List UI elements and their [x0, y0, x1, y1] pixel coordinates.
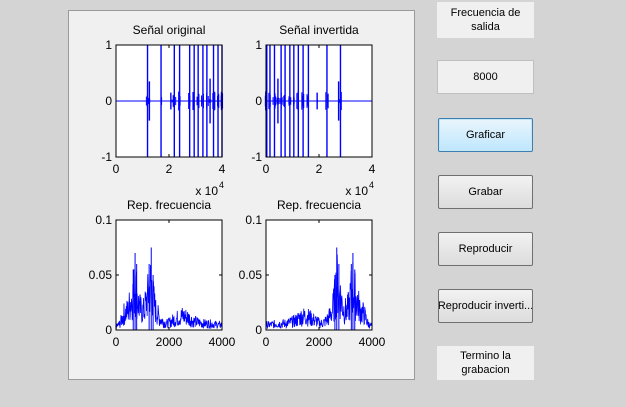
x-tick-label: 2000	[306, 335, 333, 349]
plot-original-signal: Señal original-1010 2 4x 10 4	[101, 23, 225, 198]
output-frequency-field[interactable]: 8000	[437, 60, 534, 94]
x-tick-label: 0	[113, 335, 120, 349]
x-tick-label: 4000	[359, 335, 386, 349]
status-message: Termino la grabacion	[437, 346, 534, 380]
x-tick-label: 0	[113, 162, 120, 176]
grabar-button[interactable]: Grabar	[438, 175, 533, 209]
output-frequency-label: Frecuencia de salida	[437, 2, 534, 38]
x-exponent-label: x 10	[195, 184, 218, 198]
axes-background	[266, 220, 372, 330]
x-tick-label: 2000	[156, 335, 183, 349]
y-tick-label: -1	[251, 150, 262, 164]
chart-title: Rep. frecuencia	[277, 198, 361, 212]
chart-title: Señal original	[133, 23, 206, 37]
y-tick-label: 0	[105, 94, 112, 108]
y-tick-label: 0	[255, 323, 262, 337]
x-tick-label: 4	[369, 162, 376, 176]
x-exponent-power: 4	[369, 180, 374, 190]
output-frequency-label-line2: salida	[471, 21, 500, 33]
x-tick-label: 2	[166, 162, 173, 176]
y-tick-label: 1	[105, 38, 112, 52]
reproducir-button[interactable]: Reproducir	[438, 232, 533, 266]
y-tick-label: 0.05	[89, 268, 113, 282]
plot-inverted-signal: Señal invertida-1010 2 4x 10 4	[251, 23, 375, 198]
chart-title: Rep. frecuencia	[127, 198, 211, 212]
x-tick-label: 0	[263, 335, 270, 349]
reproducir-invertida-button[interactable]: Reproducir inverti...	[438, 289, 533, 323]
y-tick-label: 0	[105, 323, 112, 337]
graficar-button[interactable]: Graficar	[438, 118, 533, 152]
y-tick-label: -1	[101, 150, 112, 164]
y-tick-label: 1	[255, 38, 262, 52]
x-tick-label: 4	[219, 162, 226, 176]
x-exponent-label: x 10	[345, 184, 368, 198]
y-tick-label: 0.1	[95, 213, 112, 227]
output-frequency-label-line1: Frecuencia de	[450, 7, 521, 19]
status-message-line2: grabacion	[461, 364, 510, 376]
y-tick-label: 0.1	[245, 213, 262, 227]
x-tick-label: 0	[263, 162, 270, 176]
plot-freq-original: Rep. frecuencia 0 0.05 0.1 0 2000 4000	[89, 198, 236, 349]
x-exponent-power: 4	[219, 180, 224, 190]
plot-freq-inverted: Rep. frecuencia 0 0.05 0.1 0 2000 4000	[239, 198, 386, 349]
status-message-line1: Termino la	[460, 350, 511, 362]
y-tick-label: 0.05	[239, 268, 263, 282]
chart-title: Señal invertida	[279, 23, 359, 37]
x-tick-label: 4000	[209, 335, 236, 349]
x-tick-label: 2	[316, 162, 323, 176]
y-tick-label: 0	[255, 94, 262, 108]
